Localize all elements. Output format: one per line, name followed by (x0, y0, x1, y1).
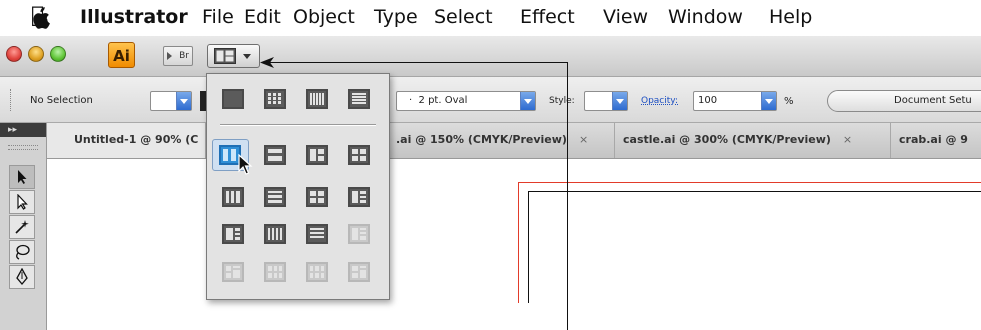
menu-object[interactable]: Object (293, 6, 355, 28)
mouse-cursor-icon (238, 154, 253, 175)
lasso-tool-icon[interactable] (9, 240, 35, 264)
opacity-field[interactable]: 100 (693, 91, 777, 111)
apple-logo-icon[interactable] (30, 7, 50, 29)
menu-type[interactable]: Type (374, 6, 418, 28)
2-up-grid-icon[interactable] (306, 145, 328, 165)
style-label: Style: (549, 96, 575, 106)
6-up-horizontal-icon (348, 262, 370, 282)
bridge-arrow-icon (167, 52, 172, 60)
fill-color-dropdown[interactable] (150, 91, 192, 111)
tab-castle[interactable]: castle.ai @ 300% (CMYK/Preview) × (615, 123, 891, 158)
tab-crab[interactable]: crab.ai @ 9 (891, 123, 981, 158)
consolidate-all-icon[interactable] (222, 89, 244, 109)
menu-help[interactable]: Help (769, 6, 812, 28)
close-window-button[interactable] (6, 46, 22, 62)
6-up-grid-icon (222, 262, 244, 282)
zoom-window-button[interactable] (50, 46, 66, 62)
tab-label: Untitled-1 @ 90% (C (74, 133, 199, 146)
callout-line (263, 62, 568, 63)
panel-grip[interactable] (10, 89, 13, 111)
tile-all-in-grid-icon[interactable] (264, 89, 286, 109)
arrange-documents-icon (214, 48, 236, 64)
selection-status: No Selection (30, 95, 93, 106)
go-to-bridge-button[interactable]: Br (163, 46, 193, 66)
brush-value: · 2 pt. Oval (409, 95, 468, 106)
4-up-vertical-icon[interactable] (264, 224, 286, 244)
document-tab-bar: Untitled-1 @ 90% (C .ai @ 150% (CMYK/Pre… (0, 123, 981, 159)
3-up-horizontal-icon[interactable] (264, 187, 286, 207)
callout-arrowhead-icon (260, 57, 274, 68)
6-up-mixed-icon (264, 262, 286, 282)
menu-select[interactable]: Select (434, 6, 493, 28)
menu-view[interactable]: View (603, 6, 648, 28)
menu-bar:  Illustrator File Edit Object Type Sele… (0, 0, 981, 36)
brush-value-text: 2 pt. Oval (418, 95, 468, 106)
close-tab-icon[interactable]: × (843, 133, 852, 146)
pen-tool-icon[interactable] (9, 265, 35, 289)
tile-all-vertically-icon[interactable] (306, 89, 328, 109)
minimize-window-button[interactable] (28, 46, 44, 62)
tab-label: .ai @ 150% (CMYK/Preview) (396, 133, 567, 146)
magic-wand-tool-icon[interactable] (9, 215, 35, 239)
menu-effect[interactable]: Effect (520, 6, 575, 28)
brush-definition-dropdown[interactable]: · 2 pt. Oval (396, 91, 536, 111)
5-up-grid-icon[interactable] (222, 224, 244, 244)
tile-all-horizontally-icon[interactable] (348, 89, 370, 109)
2-up-horizontal-icon[interactable] (264, 145, 286, 165)
popup-separator (220, 124, 376, 126)
callout-line-vertical (567, 62, 568, 330)
arrange-documents-button[interactable] (207, 44, 260, 68)
selection-tool-icon[interactable] (9, 165, 35, 189)
graphic-style-dropdown[interactable] (584, 91, 628, 111)
tab-label: castle.ai @ 300% (CMYK/Preview) (623, 133, 831, 146)
menu-window[interactable]: Window (668, 6, 743, 28)
direct-selection-tool-icon[interactable] (9, 190, 35, 214)
control-panel: No Selection · 2 pt. Oval Style: Opacity… (0, 77, 981, 123)
tools-panel: ▸▸ (0, 123, 47, 330)
document-setup-button[interactable]: Document Setu (827, 90, 981, 112)
4-up-grid-icon[interactable] (306, 187, 328, 207)
menu-edit[interactable]: Edit (244, 6, 281, 28)
panel-grip[interactable] (8, 145, 38, 150)
illustrator-logo: Ai (108, 42, 135, 68)
chevron-down-icon (243, 54, 251, 59)
document-setup-label: Document Setu (894, 95, 972, 106)
bridge-label: Br (179, 51, 189, 61)
artboard-edge (528, 191, 981, 303)
menu-file[interactable]: File (202, 6, 234, 28)
3-up-grid-icon[interactable] (348, 145, 370, 165)
5-up-mixed-icon (348, 224, 370, 244)
application-bar: Ai Br (0, 36, 981, 77)
6-up-vertical-icon (306, 262, 328, 282)
tab-untitled-1[interactable]: Untitled-1 @ 90% (C (46, 123, 206, 158)
collapse-panel-icon[interactable]: ▸▸ (0, 123, 46, 137)
tab-document-150[interactable]: .ai @ 150% (CMYK/Preview) × (388, 123, 615, 158)
opacity-link[interactable]: Opacity: (641, 96, 678, 106)
4-up-horizontal-icon[interactable] (306, 224, 328, 244)
close-tab-icon[interactable]: × (579, 133, 588, 146)
opacity-value: 100 (698, 95, 718, 106)
3-up-vertical-icon[interactable] (222, 187, 244, 207)
percent-sign: % (784, 96, 794, 107)
menu-app-name[interactable]: Illustrator (80, 6, 188, 28)
4-up-mixed-icon[interactable] (348, 187, 370, 207)
arrange-documents-popup (206, 73, 390, 300)
tab-label: crab.ai @ 9 (899, 133, 968, 146)
